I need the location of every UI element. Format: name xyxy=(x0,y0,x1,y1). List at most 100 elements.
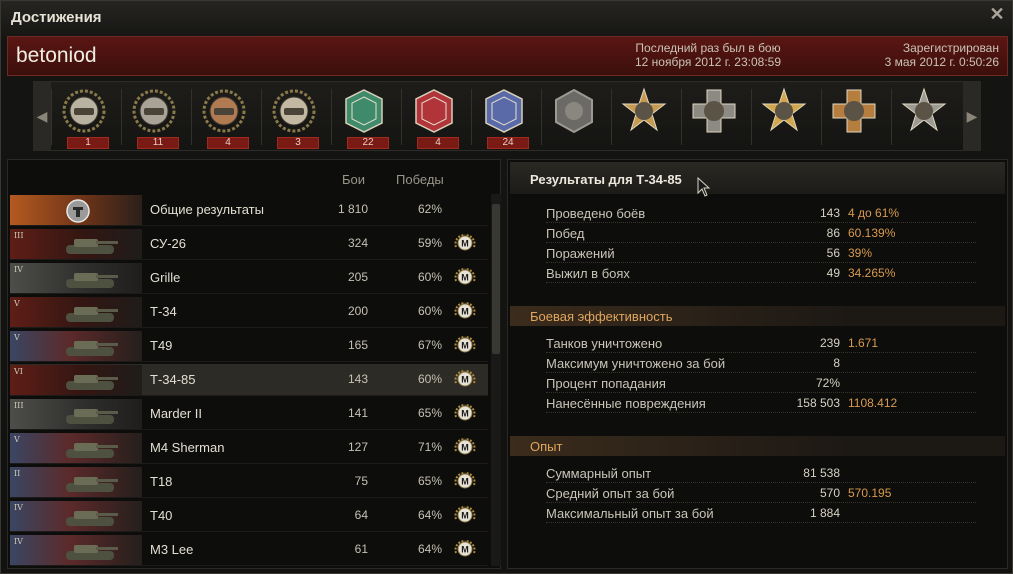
last-battle-label: Последний раз был в бою xyxy=(635,41,781,55)
portrait-cross-bronze-medal-icon-graphic xyxy=(832,89,876,133)
sniper-medal-icon[interactable]: 24 xyxy=(471,85,535,151)
portrait-star-silver-medal-icon-graphic xyxy=(901,87,947,132)
portrait-cross-bronze-medal-icon[interactable] xyxy=(821,85,885,151)
medal-separator xyxy=(401,89,402,145)
tank-win-rate: 67% xyxy=(417,338,442,352)
tank-thumbnail: III xyxy=(10,229,142,259)
column-header-wins[interactable]: Победы xyxy=(396,172,444,187)
medal-count: 11 xyxy=(137,137,179,149)
scrollbar-thumb[interactable] xyxy=(492,204,500,354)
tank-silhouette-icon xyxy=(66,409,118,424)
tank-battles: 205 xyxy=(347,270,368,284)
tank-row[interactable]: II T18 75 65% M xyxy=(10,466,488,498)
tank-thumbnail: VI xyxy=(10,365,142,395)
sniper-medal-icon-graphic xyxy=(485,89,523,133)
registration-info: Зарегистрирован 3 мая 2012 г. 0:50:26 xyxy=(799,41,999,69)
first-class-badge-icon[interactable]: 11 xyxy=(121,85,185,151)
tank-row[interactable]: IV T40 64 64% M xyxy=(10,500,488,532)
stat-row: Суммарный опыт 81 538 xyxy=(546,463,976,483)
player-header: betoniod Последний раз был в бою 12 нояб… xyxy=(7,36,1008,76)
portrait-star-medal-icon[interactable] xyxy=(681,85,745,151)
tank-row[interactable]: IV M3 Lee 61 64% M xyxy=(10,534,488,566)
stat-label: Максимум уничтожено за бой xyxy=(546,356,726,371)
tank-row[interactable]: III Marder II 141 65% M xyxy=(10,398,488,430)
stat-extra: 39% xyxy=(848,246,873,260)
tank-thumbnail: IV xyxy=(10,501,142,531)
stat-extra: 60.139% xyxy=(848,226,896,240)
efficiency-title: Боевая эффективность xyxy=(530,309,673,324)
stat-value: 49 xyxy=(826,266,840,280)
window-title: Достижения xyxy=(11,9,102,26)
tank-tier: V xyxy=(14,299,20,308)
medal-count: 4 xyxy=(207,137,249,149)
stat-label: Танков уничтожено xyxy=(546,336,663,351)
tank-battles: 1 810 xyxy=(337,202,368,216)
medal-separator xyxy=(471,89,472,145)
tank-thumbnail: II xyxy=(10,467,142,497)
tank-row[interactable]: VI Т-34-85 143 60% M xyxy=(10,364,488,396)
stat-extra: 1.671 xyxy=(848,336,879,350)
overall-results-row[interactable]: Общие результаты 1 810 62% xyxy=(10,194,488,226)
medal-separator xyxy=(121,89,122,145)
mastery-badge-graphic: M xyxy=(454,336,476,353)
mastery-badge-graphic: M xyxy=(454,234,476,251)
tank-row[interactable]: V T49 165 67% M xyxy=(10,330,488,362)
tank-name: T18 xyxy=(150,474,173,489)
mastery-badge-letter: M xyxy=(461,273,469,283)
warrior-medal-icon[interactable]: 22 xyxy=(331,85,395,151)
stat-label: Средний опыт за бой xyxy=(546,486,675,501)
experience-section-header: Опыт xyxy=(510,436,1005,456)
tank-silhouette-icon xyxy=(66,443,118,458)
column-header-battles[interactable]: Бои xyxy=(342,172,365,187)
mastery-badge-letter: M xyxy=(461,341,469,351)
tank-battles: 61 xyxy=(354,542,368,556)
registered-value: 3 мая 2012 г. 0:50:26 xyxy=(884,55,999,69)
tank-name: СУ-26 xyxy=(150,236,187,251)
wot-logo-icon xyxy=(66,199,90,223)
stat-label: Максимальный опыт за бой xyxy=(546,506,714,521)
tank-list-panel: Бои Победы Общие результаты 1 810 62% II… xyxy=(7,159,501,569)
mastery-badge-icon: M xyxy=(452,299,478,325)
tank-ace-badge-icon[interactable]: 1 xyxy=(51,85,115,151)
tank-win-rate: 65% xyxy=(417,474,442,488)
carousel-right-arrow-icon[interactable]: ▶ xyxy=(963,81,981,151)
mastery-badge-graphic: M xyxy=(454,540,476,557)
stat-value: 239 xyxy=(819,336,840,350)
stat-label: Поражений xyxy=(546,246,615,261)
medal-separator xyxy=(681,89,682,145)
second-class-badge-icon[interactable]: 4 xyxy=(191,85,255,151)
portrait-star-gold-medal-icon[interactable] xyxy=(751,85,815,151)
tank-silhouette-icon xyxy=(66,545,118,560)
medal-count: 4 xyxy=(417,137,459,149)
tank-row[interactable]: III СУ-26 324 59% M xyxy=(10,228,488,260)
tank-row[interactable]: V Т-34 200 60% M xyxy=(10,296,488,328)
tank-tier: II xyxy=(14,469,21,478)
tank-list-scrollbar[interactable] xyxy=(491,194,501,566)
medal-count: 3 xyxy=(277,137,319,149)
invader-medal-icon[interactable]: 4 xyxy=(401,85,465,151)
tank-thumbnail: III xyxy=(10,399,142,429)
tank-row[interactable]: V M4 Sherman 127 71% M xyxy=(10,432,488,464)
carousel-left-arrow-icon[interactable]: ◀ xyxy=(33,81,51,151)
third-class-badge-icon[interactable]: 3 xyxy=(261,85,325,151)
hero-hexagon-medal-icon-graphic xyxy=(555,88,593,134)
medal-separator xyxy=(261,89,262,145)
medal-separator xyxy=(821,89,822,145)
close-icon[interactable]: ✕ xyxy=(988,5,1006,23)
mastery-badge-icon: M xyxy=(452,469,478,495)
stat-label: Побед xyxy=(546,226,585,241)
mastery-badge-letter: M xyxy=(461,307,469,317)
mastery-badge-icon: M xyxy=(452,435,478,461)
stat-row: Максимальный опыт за бой 1 884 xyxy=(546,503,976,523)
mastery-badge-graphic: M xyxy=(454,438,476,455)
tank-tier: V xyxy=(14,435,20,444)
portrait-star-silver-medal-icon[interactable] xyxy=(891,85,955,151)
tank-row[interactable]: IV Grille 205 60% M xyxy=(10,262,488,294)
portrait-cross-medal-icon[interactable] xyxy=(611,85,675,151)
tank-name: Т-34 xyxy=(150,304,177,319)
mastery-badge-graphic: M xyxy=(454,370,476,387)
tank-name: Marder II xyxy=(150,406,203,421)
hero-hexagon-medal-icon[interactable] xyxy=(541,85,605,151)
stat-label: Проведено боёв xyxy=(546,206,646,221)
mastery-badge-graphic: M xyxy=(454,404,476,421)
